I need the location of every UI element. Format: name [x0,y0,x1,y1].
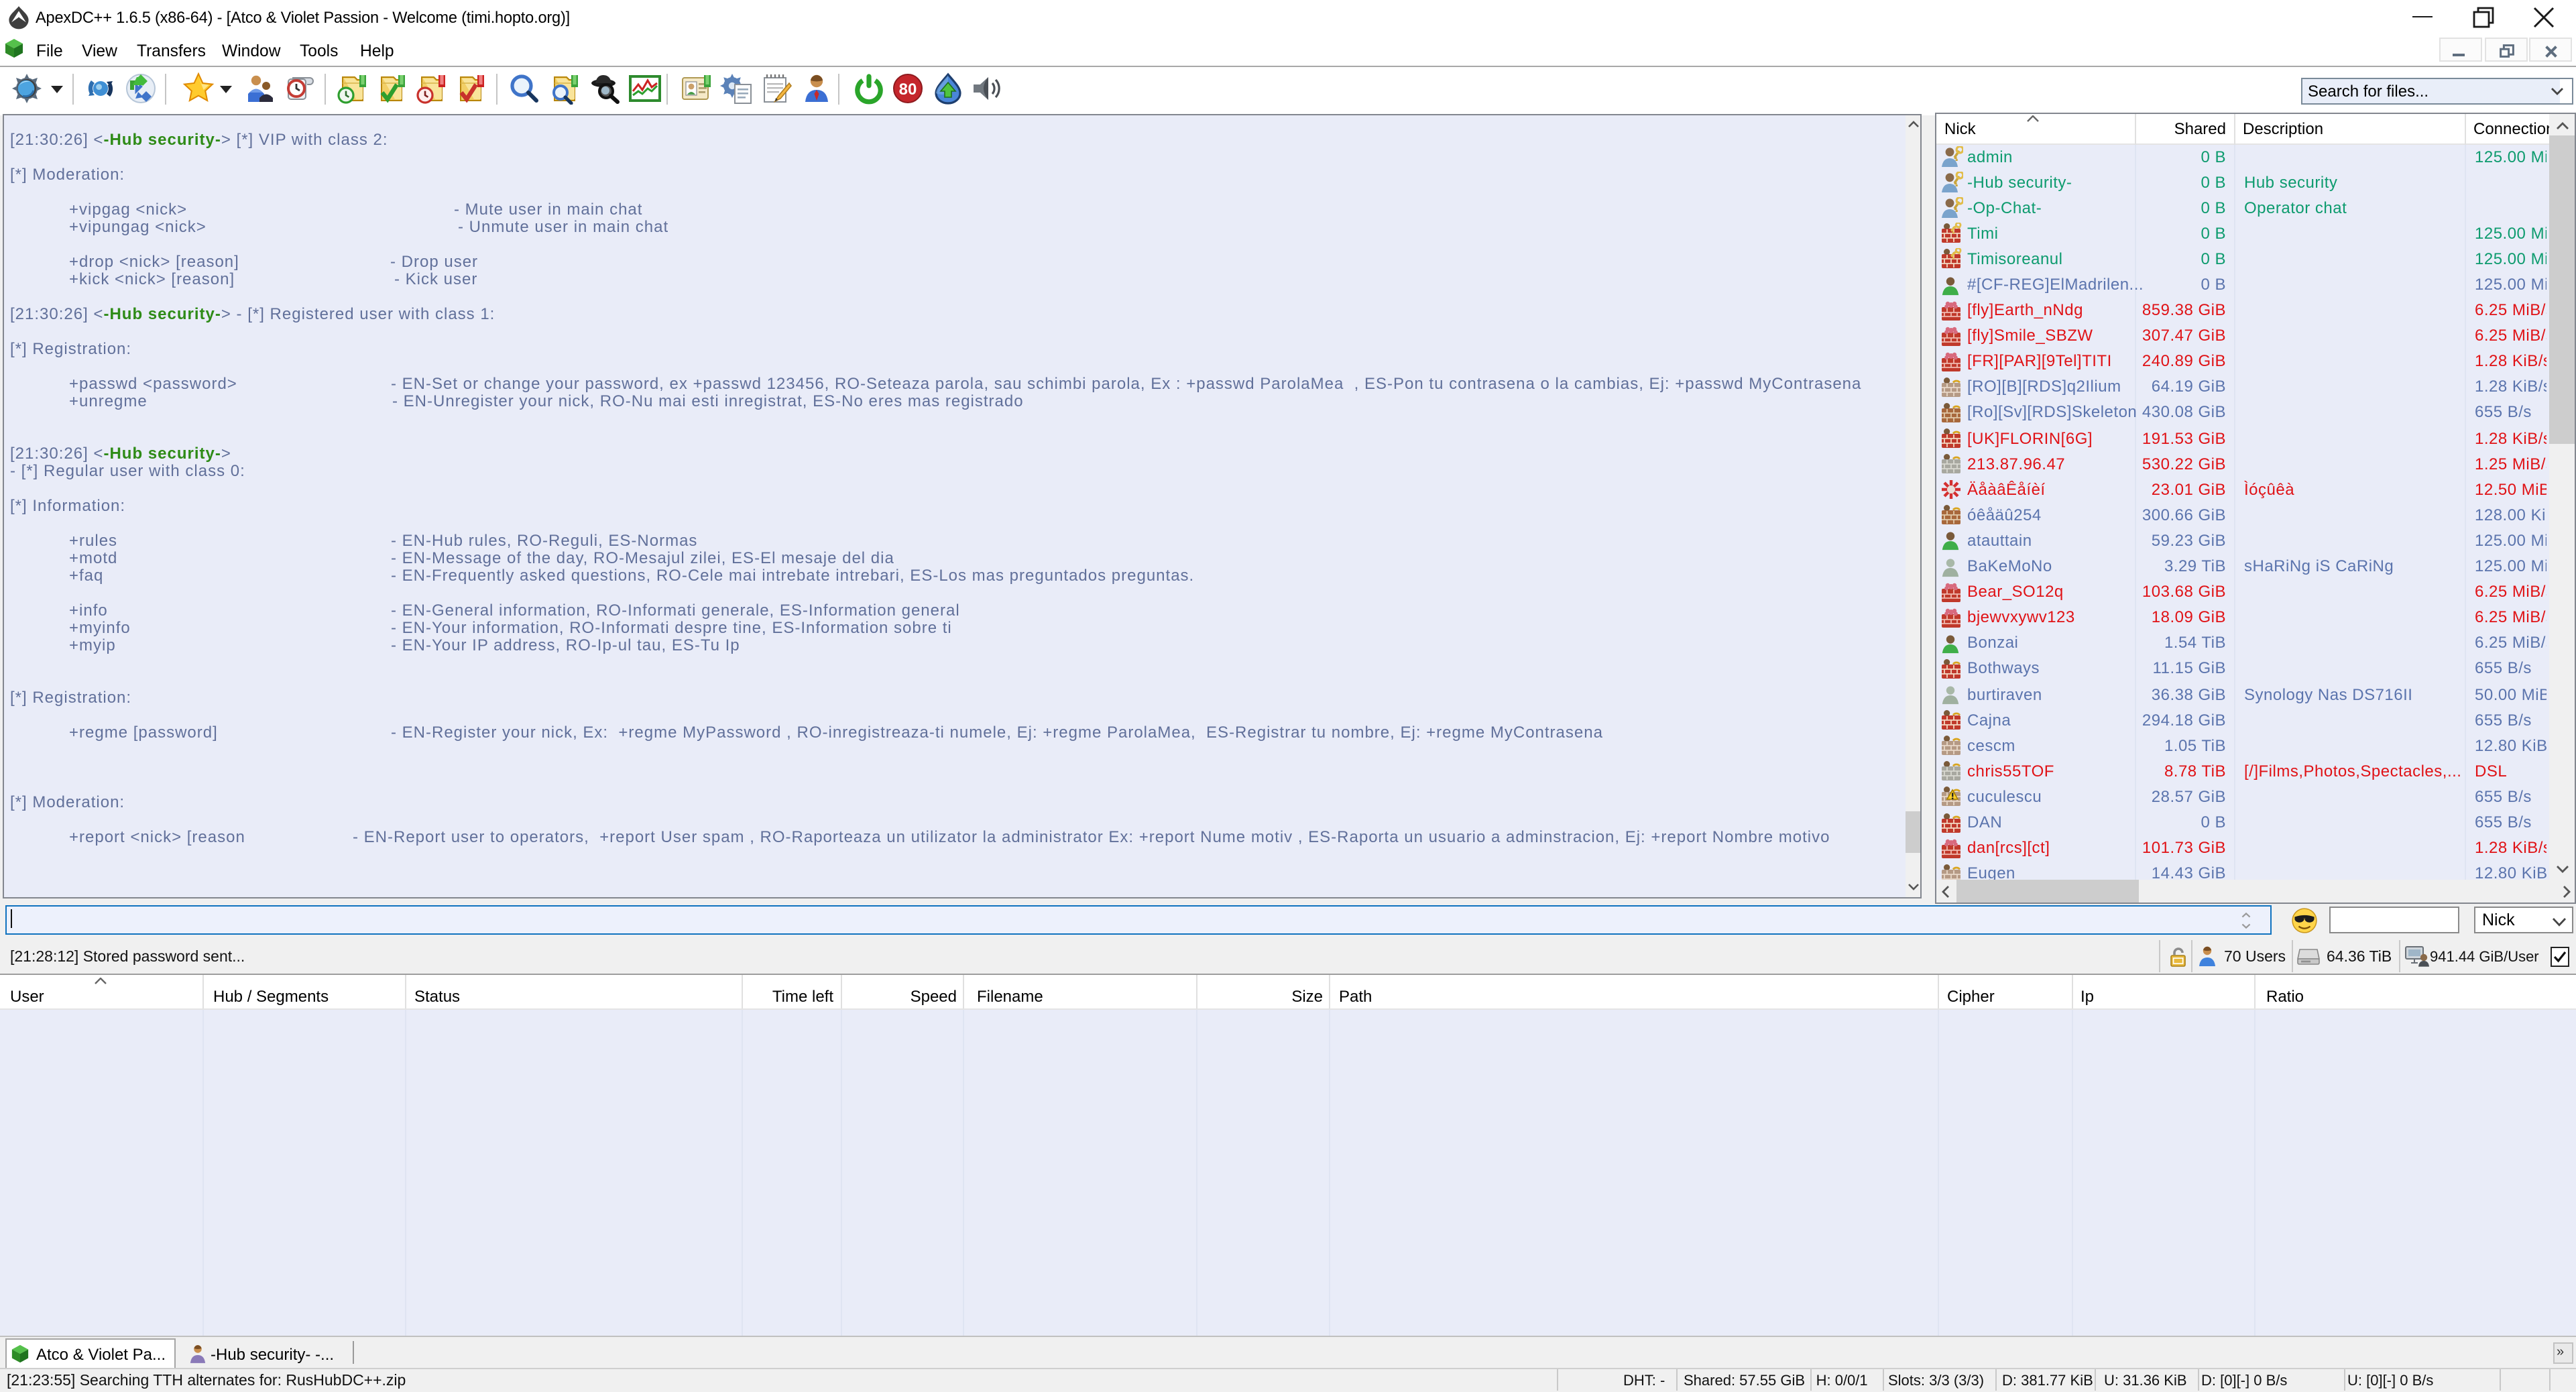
svg-text:80: 80 [899,80,917,99]
